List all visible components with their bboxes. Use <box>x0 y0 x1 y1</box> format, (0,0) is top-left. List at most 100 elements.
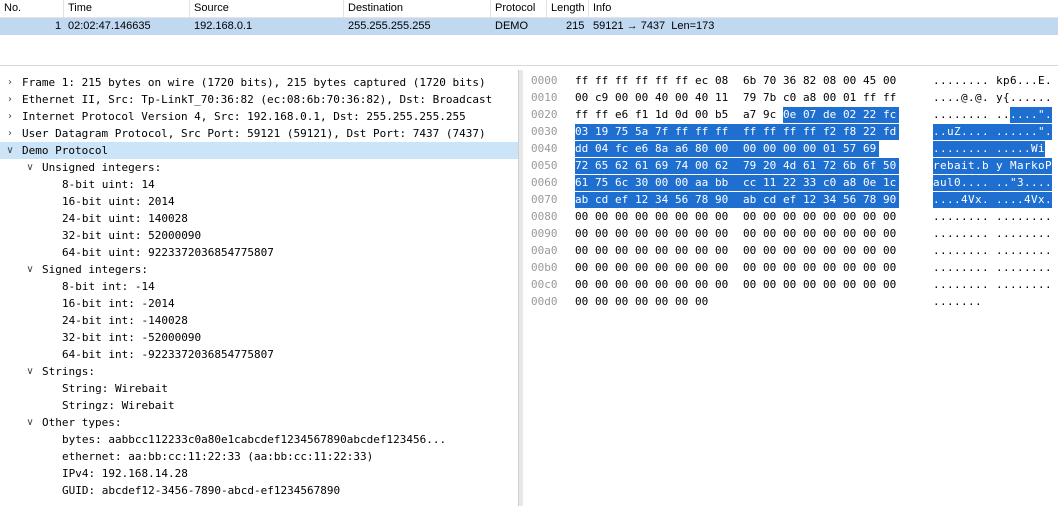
ascii-char[interactable]: . <box>1003 107 1010 123</box>
hex-byte[interactable]: e6 <box>615 107 631 123</box>
ascii-char[interactable]: a <box>933 175 940 191</box>
chevron-right-icon[interactable]: › <box>4 108 16 125</box>
hex-byte[interactable]: c0 <box>823 175 843 191</box>
ascii-char[interactable]: . <box>1017 192 1024 208</box>
hex-byte[interactable]: 20 <box>763 158 783 174</box>
packet-row[interactable]: 1 02:02:47.146635 192.168.0.1 255.255.25… <box>0 18 1058 35</box>
ascii-char[interactable]: 4 <box>1024 192 1031 208</box>
ascii-char[interactable]: . <box>947 294 954 310</box>
ascii-char[interactable]: P <box>1045 158 1052 174</box>
tree-item[interactable]: › Frame 1: 215 bytes on wire (1720 bits),… <box>0 74 518 91</box>
ascii-char[interactable]: . <box>975 260 982 276</box>
hex-byte[interactable]: 61 <box>803 158 823 174</box>
ascii-char[interactable]: . <box>954 209 961 225</box>
hex-byte[interactable]: ff <box>575 107 591 123</box>
ascii-char[interactable]: x <box>975 192 982 208</box>
hex-byte[interactable]: 00 <box>595 260 611 276</box>
ascii-char[interactable]: r <box>1024 158 1031 174</box>
ascii-char[interactable]: . <box>1038 277 1045 293</box>
hex-byte[interactable]: 00 <box>615 90 631 106</box>
ascii-char[interactable]: . <box>975 294 982 310</box>
ascii-char[interactable]: . <box>1038 90 1045 106</box>
hex-byte[interactable]: 00 <box>675 175 695 191</box>
hex-byte[interactable]: 00 <box>743 209 759 225</box>
hex-byte[interactable]: dd <box>575 141 595 157</box>
hex-byte[interactable]: 00 <box>823 90 839 106</box>
hex-byte[interactable]: ff <box>883 90 899 106</box>
ascii-char[interactable]: . <box>961 73 968 89</box>
hex-byte[interactable]: 00 <box>715 277 731 293</box>
ascii-char[interactable]: . <box>982 277 989 293</box>
ascii-char[interactable]: . <box>968 73 975 89</box>
hex-byte[interactable]: 00 <box>863 209 879 225</box>
hex-byte[interactable]: 00 <box>803 209 819 225</box>
hex-byte[interactable]: 00 <box>823 226 839 242</box>
hex-byte[interactable]: 80 <box>695 141 715 157</box>
ascii-char[interactable]: . <box>1045 124 1052 140</box>
ascii-char[interactable]: . <box>1045 243 1052 259</box>
hex-byte[interactable]: 00 <box>635 260 651 276</box>
ascii-char[interactable]: . <box>933 243 940 259</box>
hex-byte[interactable]: 75 <box>595 175 615 191</box>
ascii-char[interactable]: . <box>940 226 947 242</box>
ascii-char[interactable]: . <box>982 107 989 123</box>
hex-byte[interactable]: 6f <box>863 158 883 174</box>
ascii-char[interactable]: . <box>933 73 940 89</box>
ascii-char[interactable]: . <box>1003 141 1010 157</box>
hex-byte[interactable]: 79 <box>743 90 759 106</box>
hex-byte[interactable]: 00 <box>615 226 631 242</box>
hex-byte[interactable]: 00 <box>743 226 759 242</box>
ascii-char[interactable]: . <box>947 260 954 276</box>
ascii-char[interactable]: . <box>1045 107 1052 123</box>
ascii-char[interactable]: . <box>982 124 989 140</box>
hex-byte[interactable]: 75 <box>615 124 635 140</box>
hex-byte[interactable]: 72 <box>575 158 595 174</box>
hex-byte[interactable]: 72 <box>823 158 843 174</box>
ascii-char[interactable]: . <box>1038 260 1045 276</box>
ascii-char[interactable] <box>989 73 996 89</box>
hex-byte[interactable]: 22 <box>863 107 883 123</box>
ascii-char[interactable]: . <box>1003 209 1010 225</box>
ascii-char[interactable]: . <box>1010 226 1017 242</box>
hex-byte[interactable]: de <box>823 107 843 123</box>
ascii-char[interactable] <box>989 260 996 276</box>
ascii-char[interactable]: . <box>1031 243 1038 259</box>
packet-details-tree[interactable]: › Frame 1: 215 bytes on wire (1720 bits),… <box>0 70 518 506</box>
ascii-char[interactable]: . <box>933 226 940 242</box>
ascii-char[interactable]: . <box>1031 175 1038 191</box>
hex-byte[interactable]: 00 <box>803 243 819 259</box>
ascii-char[interactable] <box>989 107 996 123</box>
ascii-char[interactable]: . <box>1038 226 1045 242</box>
ascii-char[interactable]: . <box>1024 243 1031 259</box>
ascii-char[interactable]: . <box>947 90 954 106</box>
hex-byte[interactable]: 00 <box>823 260 839 276</box>
ascii-char[interactable]: . <box>982 243 989 259</box>
hex-byte[interactable]: 62 <box>715 158 743 174</box>
hex-byte[interactable]: 9c <box>763 107 779 123</box>
hex-byte[interactable]: 00 <box>783 243 799 259</box>
hex-byte[interactable]: ff <box>715 124 743 140</box>
hex-byte[interactable]: 00 <box>883 226 899 242</box>
hex-byte[interactable]: 00 <box>575 260 591 276</box>
tree-item[interactable]: ∨ Signed integers: <box>0 261 518 278</box>
ascii-char[interactable]: . <box>1045 90 1052 106</box>
hex-byte[interactable]: 5a <box>635 124 655 140</box>
hex-byte[interactable]: 61 <box>635 158 655 174</box>
ascii-char[interactable]: . <box>1024 175 1031 191</box>
hex-byte[interactable]: 40 <box>655 90 671 106</box>
hex-byte[interactable]: 00 <box>675 226 691 242</box>
column-header-destination[interactable]: Destination <box>344 0 491 18</box>
ascii-char[interactable]: . <box>1010 277 1017 293</box>
hex-byte[interactable]: 03 <box>575 124 595 140</box>
ascii-char[interactable]: . <box>1024 226 1031 242</box>
hex-byte[interactable]: 0e <box>863 175 883 191</box>
ascii-char[interactable]: . <box>940 260 947 276</box>
chevron-down-icon[interactable]: ∨ <box>24 363 36 380</box>
tree-item[interactable]: 8-bit int: -14 <box>0 278 518 295</box>
ascii-char[interactable]: . <box>1003 226 1010 242</box>
ascii-char[interactable]: " <box>1038 124 1045 140</box>
ascii-char[interactable] <box>989 243 996 259</box>
hex-byte[interactable]: 04 <box>595 141 615 157</box>
hex-byte[interactable]: 00 <box>695 260 711 276</box>
ascii-char[interactable]: . <box>940 90 947 106</box>
